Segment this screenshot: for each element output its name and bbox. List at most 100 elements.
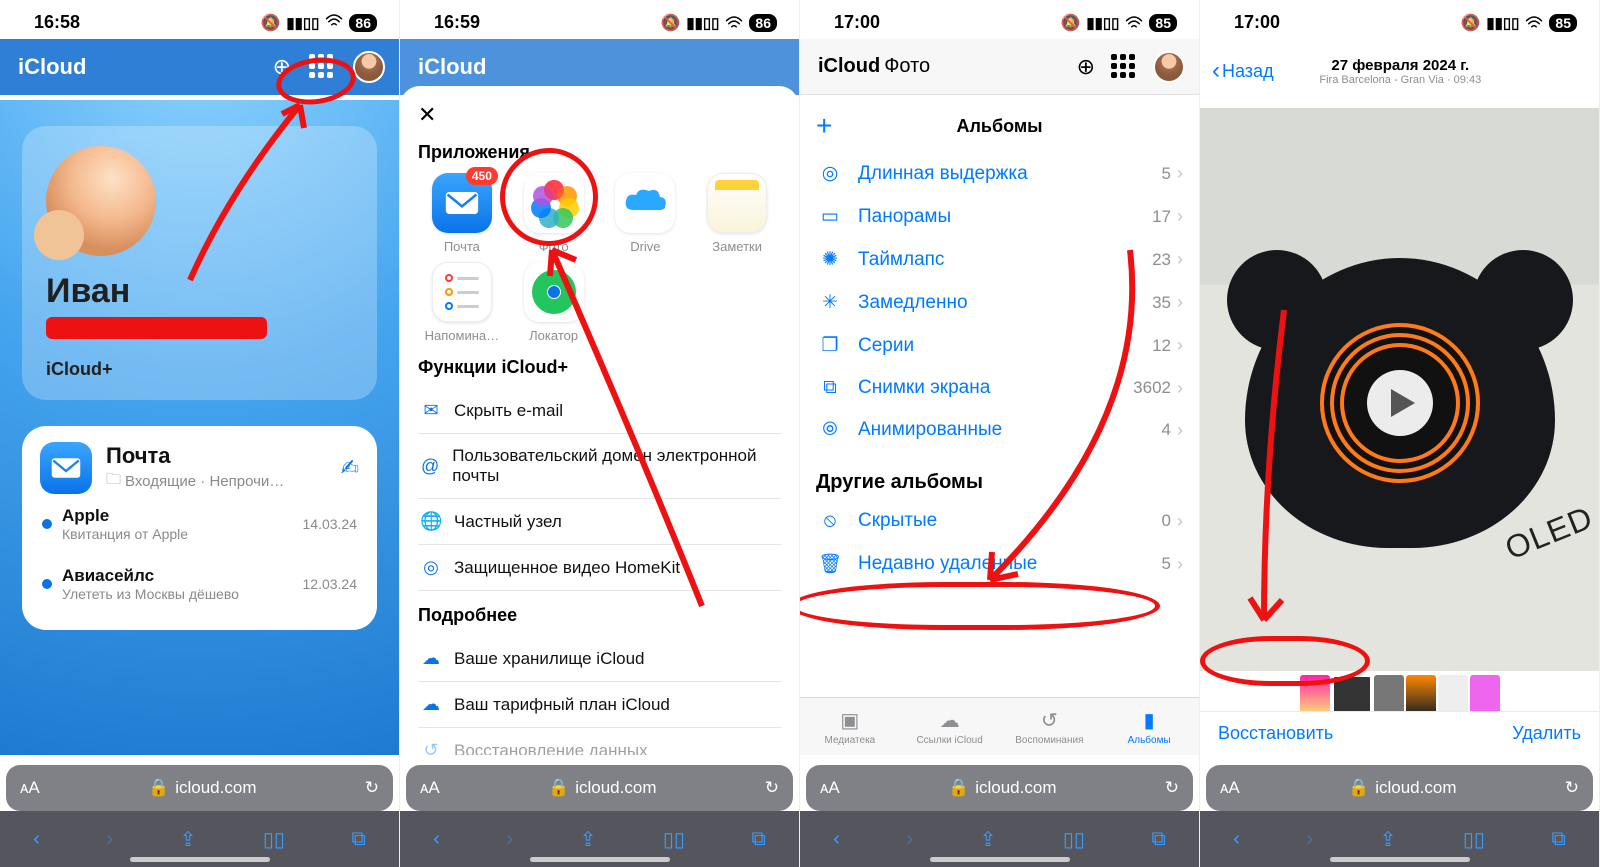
reload-icon[interactable]: ↻ xyxy=(765,778,779,798)
app-grid-icon[interactable] xyxy=(309,54,335,80)
tabs-icon[interactable]: ⧉ xyxy=(1151,828,1165,851)
back-icon[interactable]: ‹ xyxy=(33,828,40,851)
forward-icon[interactable]: › xyxy=(106,828,113,851)
compose-icon[interactable]: ✍︎ xyxy=(341,455,359,481)
tab-memories[interactable]: ↺Воспоминания xyxy=(1000,698,1100,755)
play-icon[interactable] xyxy=(1367,370,1433,436)
share-icon[interactable]: ⇪ xyxy=(1380,827,1397,852)
row-custom-domain[interactable]: @Пользовательский домен электронной почт… xyxy=(418,434,781,499)
restore-button[interactable]: Восстановить xyxy=(1218,723,1333,744)
chevron-right-icon: › xyxy=(1177,420,1183,441)
back-icon[interactable]: ‹ xyxy=(1233,828,1240,851)
dnd-icon: 🔕 xyxy=(660,13,680,33)
avatar[interactable] xyxy=(353,51,385,83)
wifi-icon xyxy=(1125,16,1143,30)
section-apps: Приложения xyxy=(418,142,781,163)
camera-icon: ◎ xyxy=(420,557,442,578)
clock: 16:58 xyxy=(34,12,80,33)
forward-icon[interactable]: › xyxy=(506,828,513,851)
app-launcher-sheet: ✕ Приложения 450Почта Фото Drive Заметки… xyxy=(400,86,799,755)
reload-icon[interactable]: ↻ xyxy=(1565,778,1579,798)
avatar[interactable] xyxy=(1153,51,1185,83)
upload-icon[interactable]: ⊕ xyxy=(1077,54,1095,80)
address-bar[interactable]: ᴀA🔒icloud.com↻ xyxy=(1206,765,1593,811)
bookmarks-icon[interactable]: ▯▯ xyxy=(663,827,685,852)
album-row[interactable]: ✳︎Замедленно35› xyxy=(800,281,1199,324)
back-icon[interactable]: ‹ xyxy=(833,828,840,851)
tab-albums[interactable]: ▮Альбомы xyxy=(1099,698,1199,755)
burst-icon: ❐ xyxy=(816,334,844,357)
tabs-icon[interactable]: ⧉ xyxy=(351,828,365,851)
photos-tabbar: ▣Медиатека ☁︎Ссылки iCloud ↺Воспоминания… xyxy=(800,697,1199,755)
mail-icon xyxy=(40,442,92,494)
text-size-icon[interactable]: ᴀA xyxy=(820,778,840,798)
photo-content: OLED Smₐ xyxy=(1245,258,1555,548)
tabs-icon[interactable]: ⧉ xyxy=(1551,828,1565,851)
section-other-albums: Другие альбомы xyxy=(800,451,1199,500)
app-findmy[interactable]: Локатор xyxy=(510,262,598,343)
album-row[interactable]: ▭Панорамы17› xyxy=(800,195,1199,238)
share-icon[interactable]: ⇪ xyxy=(180,827,197,852)
app-notes[interactable]: Заметки xyxy=(693,173,781,254)
bookmarks-icon[interactable]: ▯▯ xyxy=(263,827,285,852)
row-storage[interactable]: ☁︎Ваше хранилище iCloud xyxy=(418,636,781,682)
unread-dot-icon xyxy=(42,579,52,589)
tabs-icon[interactable]: ⧉ xyxy=(751,828,765,851)
photo-detail-header: ‹Назад 27 февраля 2024 г. Fira Barcelona… xyxy=(1200,39,1599,103)
album-row[interactable]: ⦾Анимированные4› xyxy=(800,409,1199,451)
bookmarks-icon[interactable]: ▯▯ xyxy=(1463,827,1485,852)
forward-icon[interactable]: › xyxy=(1306,828,1313,851)
mail-row[interactable]: АвиасейлсУлететь из Москвы дёшево 12.03.… xyxy=(40,554,359,614)
screenshot-3: 17:00 🔕▮▮▯▯85 iCloud Фото ⊕ +Альбомы ◎Дл… xyxy=(800,0,1200,867)
text-size-icon[interactable]: ᴀA xyxy=(420,778,440,798)
row-homekit-video[interactable]: ◎Защищенное видео HomeKit xyxy=(418,545,781,591)
address-bar[interactable]: ᴀA 🔒icloud.com ↻ xyxy=(6,765,393,811)
hidden-icon: ⦸ xyxy=(816,510,844,532)
text-size-icon[interactable]: ᴀA xyxy=(1220,778,1240,798)
row-private-relay[interactable]: 🌐Частный узел xyxy=(418,499,781,545)
tab-library[interactable]: ▣Медиатека xyxy=(800,698,900,755)
app-photos[interactable]: Фото xyxy=(510,173,598,254)
app-grid-icon[interactable] xyxy=(1111,54,1137,80)
address-bar[interactable]: ᴀA🔒icloud.com↻ xyxy=(406,765,793,811)
chevron-right-icon: › xyxy=(1177,335,1183,356)
panorama-icon: ▭ xyxy=(816,205,844,228)
profile-card[interactable]: Иван iCloud+ xyxy=(22,126,377,400)
address-bar[interactable]: ᴀA🔒icloud.com↻ xyxy=(806,765,1193,811)
forward-icon[interactable]: › xyxy=(906,828,913,851)
folder-icon: 🗀 xyxy=(106,469,121,494)
album-row-hidden[interactable]: ⦸Скрытые0› xyxy=(800,500,1199,542)
row-hide-email[interactable]: ✉︎Скрыть e-mail xyxy=(418,388,781,434)
photo-viewer[interactable]: OLED Smₐ xyxy=(1200,108,1599,697)
photo-actions: Восстановить Удалить xyxy=(1200,711,1599,755)
row-plan[interactable]: ☁︎Ваш тарифный план iCloud xyxy=(418,682,781,728)
bookmarks-icon[interactable]: ▯▯ xyxy=(1063,827,1085,852)
share-icon[interactable]: ⇪ xyxy=(580,827,597,852)
row-recovery[interactable]: ↺Восстановление данных xyxy=(418,728,781,755)
reload-icon[interactable]: ↻ xyxy=(365,778,379,798)
album-row[interactable]: ✺Таймлапс23› xyxy=(800,238,1199,281)
app-drive[interactable]: Drive xyxy=(602,173,690,254)
delete-button[interactable]: Удалить xyxy=(1512,723,1581,744)
back-button[interactable]: ‹Назад xyxy=(1212,57,1274,85)
album-row[interactable]: ❐Серии12› xyxy=(800,324,1199,367)
app-mail[interactable]: 450Почта xyxy=(418,173,506,254)
reload-icon[interactable]: ↻ xyxy=(1165,778,1179,798)
mail-row[interactable]: AppleКвитанция от Apple 14.03.24 xyxy=(40,494,359,554)
domain-icon: @ xyxy=(420,456,440,477)
album-row-recently-deleted[interactable]: 🗑Недавно удаленные5› xyxy=(800,542,1199,586)
status-bar: 16:58 🔕 ▮▮▯▯ 86 xyxy=(0,0,399,39)
tab-shared[interactable]: ☁︎Ссылки iCloud xyxy=(900,698,1000,755)
app-reminders[interactable]: Напомина… xyxy=(418,262,506,343)
unread-dot-icon xyxy=(42,519,52,529)
share-icon[interactable]: ⇪ xyxy=(980,827,997,852)
text-size-icon[interactable]: ᴀA xyxy=(20,778,40,798)
album-row[interactable]: ◎Длинная выдержка5› xyxy=(800,152,1199,195)
mail-widget[interactable]: Почта 🗀Входящие · Непрочи… ✍︎ AppleКвита… xyxy=(22,426,377,630)
album-row[interactable]: ⧉Снимки экрана3602› xyxy=(800,367,1199,409)
close-icon[interactable]: ✕ xyxy=(418,102,781,128)
back-icon[interactable]: ‹ xyxy=(433,828,440,851)
create-icon[interactable]: ⊕ xyxy=(273,54,291,80)
signal-icon: ▮▮▯▯ xyxy=(1486,14,1519,32)
add-album-button[interactable]: + xyxy=(816,110,842,142)
